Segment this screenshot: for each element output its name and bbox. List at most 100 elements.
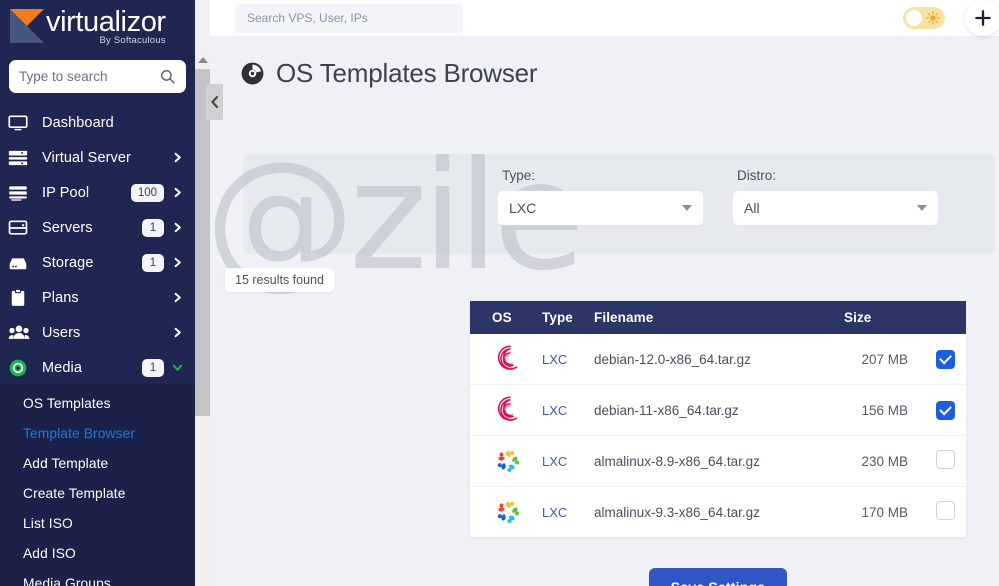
sidebar-item-storage[interactable]: Storage 1 [0, 245, 195, 280]
sidebar-subitem-media-groups[interactable]: Media Groups [0, 568, 195, 586]
os-logo-cell [470, 487, 542, 538]
sidebar-search-input[interactable] [19, 69, 159, 84]
chevron-right-icon [174, 292, 181, 303]
sidebar-subitem-label: Media Groups [23, 575, 111, 586]
almalinux-icon [497, 450, 520, 473]
debian-icon [497, 345, 518, 370]
select-cell [924, 487, 966, 538]
os-logo-cell [470, 384, 542, 436]
table-row[interactable]: LXC debian-12.0-x86_64.tar.gz 207 MB [470, 334, 966, 385]
search-icon [161, 70, 175, 84]
add-button[interactable] [965, 0, 999, 36]
sidebar-item-dashboard[interactable]: Dashboard [0, 105, 195, 140]
sidebar-submenu-media: OS Templates Template Browser Add Templa… [0, 385, 195, 586]
sidebar-collapse-button[interactable] [206, 84, 223, 120]
sidebar-subitem-list-iso[interactable]: List ISO [0, 508, 195, 538]
filter-group-type: Type: LXC [498, 154, 703, 254]
sidebar-subitem-template-browser[interactable]: Template Browser [0, 418, 195, 448]
global-search-input[interactable] [247, 11, 451, 25]
sidebar-item-users[interactable]: Users [0, 315, 195, 350]
sidebar-subitem-label: Template Browser [23, 425, 136, 441]
filter-group-distro: Distro: All [733, 154, 938, 254]
templates-table: OS Type Filename Size LXC debian-12.0-x8… [470, 301, 966, 537]
distro-filter-label: Distro: [737, 168, 777, 183]
size-cell: 207 MB [844, 334, 924, 385]
type-cell: LXC [542, 435, 594, 487]
page-content: OS Templates Browser @zile Type: LXC Dis… [205, 36, 999, 586]
column-header-os: OS [470, 301, 542, 334]
theme-toggle[interactable] [903, 7, 945, 29]
sidebar-subitem-add-template[interactable]: Add Template [0, 448, 195, 478]
results-count: 15 results found [225, 268, 334, 292]
global-search[interactable] [235, 3, 463, 33]
sidebar-subitem-label: OS Templates [23, 395, 111, 411]
topbar [210, 0, 999, 36]
row-checkbox[interactable] [935, 349, 955, 369]
filename-cell: almalinux-8.9-x86_64.tar.gz [594, 435, 844, 487]
sidebar-item-label: Servers [42, 219, 93, 236]
distro-select[interactable]: All [733, 191, 938, 225]
scrollbar-thumb[interactable] [195, 69, 210, 416]
toggle-knob [906, 10, 922, 26]
sidebar-subitem-os-templates[interactable]: OS Templates [0, 388, 195, 418]
sidebar-subitem-label: Add Template [23, 455, 109, 471]
sidebar-item-ip-pool[interactable]: IP Pool 100 [0, 175, 195, 210]
select-cell [924, 384, 966, 436]
users-icon [8, 323, 34, 343]
sidebar-item-badge: 1 [142, 218, 164, 237]
scroll-up-arrow-icon[interactable] [197, 57, 208, 63]
chevron-right-icon [174, 222, 181, 233]
type-select[interactable]: LXC [498, 191, 703, 225]
os-logo-cell [470, 435, 542, 487]
ip-pool-icon [8, 183, 34, 203]
clipboard-icon [8, 288, 34, 308]
table-row[interactable]: LXC debian-11-x86_64.tar.gz 156 MB [470, 384, 966, 436]
plus-icon [975, 10, 991, 26]
brand-logo[interactable]: virtualizor By Softaculous [0, 0, 195, 52]
chevron-down-icon [172, 364, 183, 371]
sidebar-item-badge: 1 [142, 253, 164, 272]
main-area: OS Templates Browser @zile Type: LXC Dis… [205, 0, 999, 586]
type-cell: LXC [542, 504, 568, 520]
os-logo-cell [470, 334, 542, 385]
debian-icon [497, 396, 518, 421]
size-cell: 170 MB [861, 504, 908, 520]
sidebar-item-servers[interactable]: Servers 1 [0, 210, 195, 245]
type-filter-label: Type: [502, 168, 536, 183]
sidebar-item-label: IP Pool [42, 184, 90, 201]
sidebar-subitem-add-iso[interactable]: Add ISO [0, 538, 195, 568]
sidebar-subitem-create-template[interactable]: Create Template [0, 478, 195, 508]
sidebar: virtualizor By Softaculous Type to searc… [0, 0, 195, 586]
type-cell: LXC [542, 384, 594, 436]
sidebar-subitem-label: Create Template [23, 485, 126, 501]
row-checkbox[interactable] [935, 450, 955, 469]
sidebar-item-badge: 100 [130, 183, 164, 202]
storage-icon [8, 253, 34, 273]
type-cell: LXC [542, 334, 594, 385]
sidebar-item-label: Plans [42, 289, 79, 306]
sidebar-item-virtual-server[interactable]: Virtual Server [0, 140, 195, 175]
sidebar-item-label: Dashboard [42, 114, 114, 131]
row-checkbox[interactable] [935, 501, 955, 520]
table-row[interactable]: LXC almalinux-8.9-x86_64.tar.gz 230 MB [470, 435, 966, 487]
chevron-right-icon [174, 257, 181, 268]
chevron-down-icon [917, 205, 927, 211]
chevron-right-icon [174, 152, 181, 163]
sidebar-nav: Dashboard Virtual Server IP Pool 100 Ser… [0, 103, 195, 586]
table-row[interactable]: LXC almalinux-9.3-x86_64.tar.gz 170 MB [470, 487, 966, 538]
page-title-text: OS Templates Browser [276, 58, 538, 88]
sidebar-scrollbar[interactable] [195, 52, 210, 586]
sidebar-item-media[interactable]: Media 1 [0, 350, 195, 385]
column-header-select [924, 301, 966, 334]
filename-cell: debian-12.0-x86_64.tar.gz [594, 334, 844, 385]
chevron-left-icon [210, 95, 218, 109]
sidebar-search[interactable] [9, 60, 186, 93]
save-settings-wrapper: Save Settings [470, 568, 966, 586]
row-checkbox[interactable] [935, 400, 955, 420]
app-root: virtualizor By Softaculous Type to searc… [0, 0, 999, 586]
sidebar-item-plans[interactable]: Plans [0, 280, 195, 315]
save-settings-button[interactable]: Save Settings [648, 568, 788, 586]
column-header-size: Size [844, 301, 924, 334]
table-header-row: OS Type Filename Size [470, 301, 966, 334]
distro-select-value: All [744, 200, 760, 216]
